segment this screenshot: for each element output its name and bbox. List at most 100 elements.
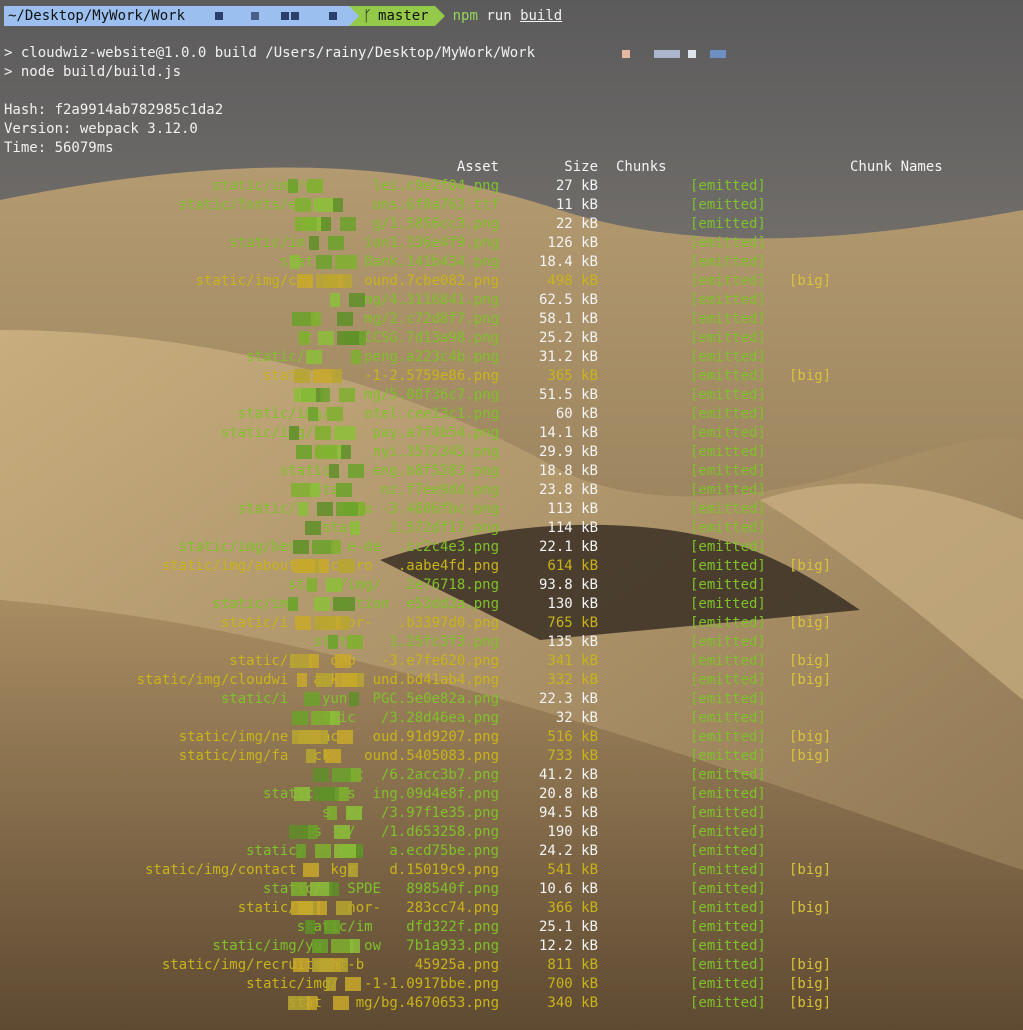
asset-name: static/im nor- 283cc74.png [237,900,499,916]
redaction-block [327,407,343,421]
redaction-block [349,692,359,706]
redaction-block [290,255,300,269]
emitted-status: [emitted] [690,691,766,707]
asset-size: 541 kB [547,862,598,878]
redaction-block [338,958,348,972]
redaction-block [304,692,320,706]
asset-size: 51.5 kB [538,387,598,403]
asset-size: 366 kB [547,900,598,916]
emitted-status: [emitted] [690,520,766,536]
redaction-block [306,749,316,763]
emitted-status: [emitted] [690,710,766,726]
asset-size: 341 kB [547,653,598,669]
shell-prompt: ~/Desktop/MyWork/Work ᚴ master npm run b… [4,6,562,26]
emitted-status: [emitted] [690,862,766,878]
emitted-status: [emitted] [690,197,766,213]
command-build: build [520,8,563,24]
redaction-block [321,217,331,231]
asset-size: 765 kB [547,615,598,631]
redaction-block [293,540,309,554]
asset-size: 25.1 kB [538,919,598,935]
emitted-status: [emitted] [690,805,766,821]
redaction-block [308,407,318,421]
redaction-block [331,540,341,554]
redaction-block [293,958,309,972]
big-warning-tag: [big] [789,976,832,992]
redaction-block [316,673,332,687]
redacted-path-segment [189,6,350,26]
emitted-status: [emitted] [690,653,766,669]
asset-size: 114 kB [547,520,598,536]
big-warning-tag: [big] [789,957,832,973]
header-chunks: Chunks [616,159,667,175]
asset-size: 614 kB [547,558,598,574]
terminal-window[interactable]: ~/Desktop/MyWork/Work ᚴ master npm run b… [0,0,1023,1030]
powerline-separator-icon [434,6,445,26]
emitted-status: [emitted] [690,178,766,194]
emitted-status: [emitted] [690,273,766,289]
redaction-block [318,331,334,345]
webpack-version: Version: webpack 3.12.0 [4,121,198,137]
emitted-status: [emitted] [690,957,766,973]
asset-name: sta g/1.5856cc3.png [305,216,499,232]
redaction-block [336,483,352,497]
asset-size: 25.2 kB [538,330,598,346]
asset-size: 130 kB [547,596,598,612]
asset-size: 94.5 kB [538,805,598,821]
redaction-block [311,312,321,326]
asset-size: 60 kB [555,406,598,422]
redaction-block [328,236,344,250]
redaction-block [292,730,314,744]
redaction-block [296,844,306,858]
emitted-status: [emitted] [690,729,766,745]
emitted-status: [emitted] [690,539,766,555]
redaction-block [349,293,365,307]
redaction-block [306,350,322,364]
asset-size: 22.3 kB [538,691,598,707]
redaction-block [340,217,356,231]
asset-size: 11 kB [555,197,598,213]
redaction-block [296,445,312,459]
asset-name: sta /img/ 2e76718.png [288,577,499,593]
redaction-block [315,844,331,858]
asset-size: 10.6 kB [538,881,598,897]
asset-size: 700 kB [547,976,598,992]
asset-size: 22.1 kB [538,539,598,555]
emitted-status: [emitted] [690,444,766,460]
redaction-block [295,198,311,212]
output-line: > node build/build.js [4,64,182,80]
redaction-block [332,369,342,383]
redaction-block [326,977,336,991]
redaction-block [320,388,330,402]
emitted-status: [emitted] [690,406,766,422]
redaction-block [333,597,355,611]
asset-name: stati 1.25fc3f3.png [313,634,499,650]
redaction-block [342,274,352,288]
big-warning-tag: [big] [789,729,832,745]
redaction-block [303,863,319,877]
asset-size: 733 kB [547,748,598,764]
asset-size: 113 kB [547,501,598,517]
redaction-block [324,920,340,934]
asset-size: 23.8 kB [538,482,598,498]
emitted-status: [emitted] [690,596,766,612]
redaction-block [315,426,331,440]
asset-size: 27 kB [555,178,598,194]
redaction-block [307,996,317,1010]
git-branch-segment: ᚴ master [359,6,435,26]
redaction-block [350,939,360,953]
redaction-block [351,350,361,364]
redaction-block [348,863,358,877]
asset-size: 126 kB [547,235,598,251]
emitted-status: [emitted] [690,463,766,479]
asset-size: 135 kB [547,634,598,650]
asset-name: static/ peng.a223c4b.png [246,349,499,365]
redaction-block [351,768,361,782]
asset-name: static/ gua a.ecd75be.png [246,843,499,859]
redaction-block [315,445,337,459]
asset-size: 340 kB [547,995,598,1011]
redaction-block [337,331,359,345]
redaction-block [292,711,308,725]
redaction-block [307,179,323,193]
redaction-block [335,255,357,269]
